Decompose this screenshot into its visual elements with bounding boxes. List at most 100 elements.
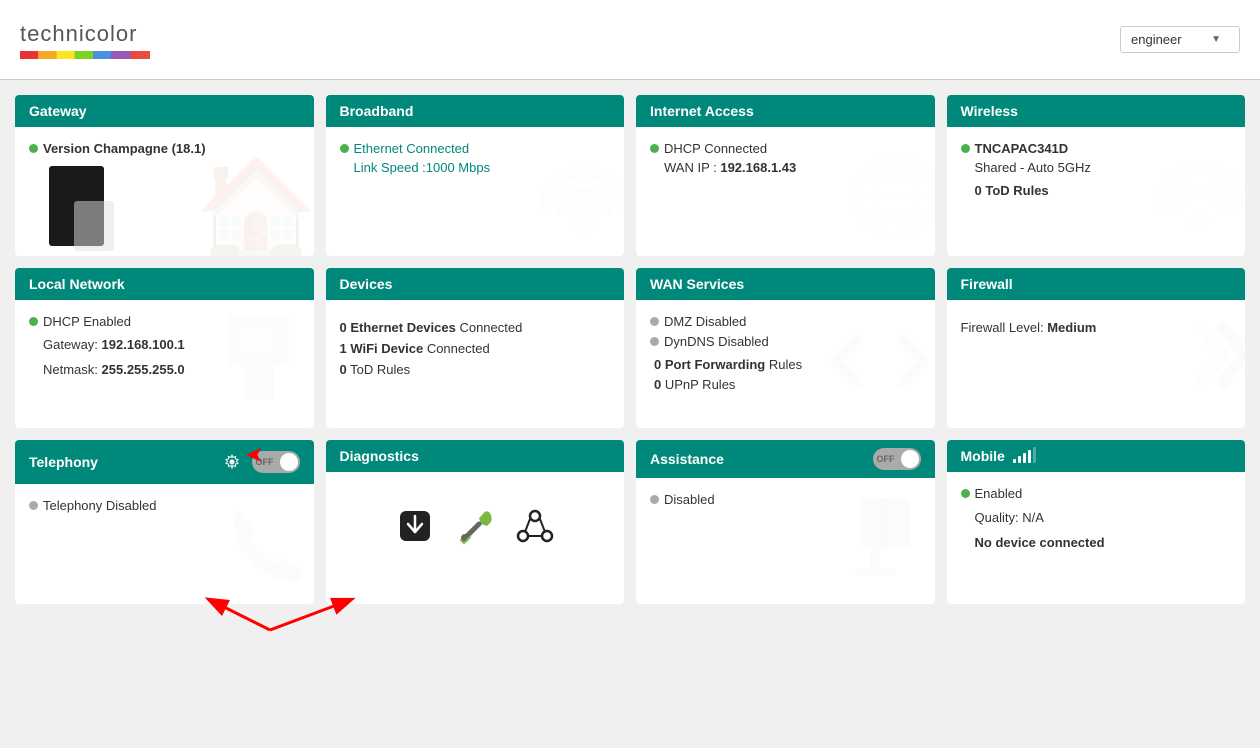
diagnostics-icon-wrench xyxy=(455,506,495,555)
firewall-title: Firewall xyxy=(961,276,1013,292)
broadband-card[interactable]: Broadband Ethernet Connected Link Speed … xyxy=(326,95,625,256)
mobile-quality-value: N/A xyxy=(1022,510,1044,525)
user-label: engineer xyxy=(1131,32,1182,47)
broadband-line2: Link Speed :1000 Mbps xyxy=(354,160,491,175)
devices-wifi-suffix: Connected xyxy=(423,341,490,356)
wan-services-title: WAN Services xyxy=(650,276,744,292)
signal-bar-5 xyxy=(1033,447,1036,463)
broadband-dot xyxy=(340,144,349,153)
devices-title: Devices xyxy=(340,276,393,292)
dmz-dot xyxy=(650,317,659,326)
wan-pf-suffix: Rules xyxy=(765,357,802,372)
signal-bar-2 xyxy=(1018,456,1021,463)
gateway-version: Version Champagne (18.1) xyxy=(43,141,206,156)
devices-tod-label: ToD Rules xyxy=(347,362,410,377)
mobile-enabled: Enabled xyxy=(975,486,1023,501)
gateway-status-dot xyxy=(29,144,38,153)
mobile-no-device: No device connected xyxy=(975,535,1105,550)
gateway-card[interactable]: Gateway Version Champagne (18.1) 🏠 xyxy=(15,95,314,256)
assistance-header: Assistance OFF xyxy=(636,440,935,478)
mobile-no-device-row: No device connected xyxy=(975,531,1232,556)
internet-wan-value: 192.168.1.43 xyxy=(720,160,796,175)
diagnostics-title: Diagnostics xyxy=(340,448,419,464)
local-network-card[interactable]: Local Network DHCP Enabled Gateway: 192.… xyxy=(15,268,314,428)
telephony-toggle-label: OFF xyxy=(256,457,274,467)
devices-wifi-label: WiFi Device xyxy=(347,341,423,356)
assistance-bg-icon xyxy=(835,493,935,598)
local-network-gateway-label: Gateway: xyxy=(43,337,102,352)
firewall-card[interactable]: Firewall Firewall Level: Medium xyxy=(947,268,1246,428)
local-network-gateway-value: 192.168.100.1 xyxy=(102,337,185,352)
signal-bars-icon xyxy=(1013,449,1036,463)
wireless-dot xyxy=(961,144,970,153)
local-network-netmask-label: Netmask: xyxy=(43,362,102,377)
devices-card[interactable]: Devices 0 Ethernet Devices Connected 1 W… xyxy=(326,268,625,428)
gateway-header: Gateway xyxy=(15,95,314,127)
internet-dot xyxy=(650,144,659,153)
broadband-body: Ethernet Connected Link Speed :1000 Mbps xyxy=(326,127,625,247)
brand-name: technicolor xyxy=(20,21,150,47)
devices-eth-suffix: Connected xyxy=(456,320,523,335)
devices-header: Devices xyxy=(326,268,625,300)
wireless-card[interactable]: Wireless TNCAPAC341D Shared - Auto 5GHz … xyxy=(947,95,1246,256)
mobile-body: Enabled Quality: N/A No device connected xyxy=(947,472,1246,592)
assistance-body: Disabled xyxy=(636,478,935,598)
local-network-body: DHCP Enabled Gateway: 192.168.100.1 Netm… xyxy=(15,300,314,420)
telephony-status-dot xyxy=(29,501,38,510)
telephony-card[interactable]: Telephony OFF xyxy=(15,440,314,604)
telephony-header: Telephony OFF xyxy=(15,440,314,484)
assistance-title: Assistance xyxy=(650,451,724,467)
mobile-quality-label: Quality: xyxy=(975,510,1023,525)
internet-card[interactable]: Internet Access DHCP Connected WAN IP : … xyxy=(636,95,935,256)
wireless-body: TNCAPAC341D Shared - Auto 5GHz 0 ToD Rul… xyxy=(947,127,1246,247)
diagnostics-header: Diagnostics xyxy=(326,440,625,472)
assistance-card[interactable]: Assistance OFF Disabled xyxy=(636,440,935,604)
main-content: Gateway Version Champagne (18.1) 🏠 Broad… xyxy=(0,80,1260,619)
wan-dmz: DMZ Disabled xyxy=(664,314,746,329)
wan-services-card[interactable]: WAN Services DMZ Disabled DynDNS Disable… xyxy=(636,268,935,428)
internet-body: DHCP Connected WAN IP : 192.168.1.43 xyxy=(636,127,935,247)
local-network-netmask-row: Netmask: 255.255.255.0 xyxy=(43,358,300,383)
user-dropdown[interactable]: engineer ▼ xyxy=(1120,26,1240,53)
dashboard-grid: Gateway Version Champagne (18.1) 🏠 Broad… xyxy=(15,95,1245,604)
telephony-settings-icon[interactable] xyxy=(218,448,246,476)
telephony-toggle[interactable]: OFF xyxy=(252,451,300,473)
wireless-tod: 0 ToD Rules xyxy=(975,183,1049,198)
wireless-mode: Shared - Auto 5GHz xyxy=(975,160,1091,175)
wan-upnp-label: UPnP Rules xyxy=(661,377,735,392)
header: technicolor engineer ▼ xyxy=(0,0,1260,80)
signal-bar-1 xyxy=(1013,459,1016,463)
devices-wifi-count: 1 xyxy=(340,341,347,356)
firewall-label: Firewall Level: xyxy=(961,320,1048,335)
wireless-title: Wireless xyxy=(961,103,1018,119)
logo-area: technicolor xyxy=(20,21,150,59)
mobile-card[interactable]: Mobile Enabled Quality: N/A xyxy=(947,440,1246,604)
mobile-quality-row: Quality: N/A xyxy=(975,506,1232,531)
telephony-bg-icon xyxy=(214,499,314,604)
devices-body: 0 Ethernet Devices Connected 1 WiFi Devi… xyxy=(326,300,625,420)
chevron-down-icon: ▼ xyxy=(1211,34,1221,45)
mobile-header: Mobile xyxy=(947,440,1246,472)
broadband-header: Broadband xyxy=(326,95,625,127)
wan-dyndns: DynDNS Disabled xyxy=(664,334,769,349)
diagnostics-icons-area xyxy=(340,486,611,565)
internet-header: Internet Access xyxy=(636,95,935,127)
broadband-line1: Ethernet Connected xyxy=(354,141,470,156)
firewall-header: Firewall xyxy=(947,268,1246,300)
local-network-dhcp: DHCP Enabled xyxy=(43,314,131,329)
broadband-title: Broadband xyxy=(340,103,414,119)
diagnostics-icon-network xyxy=(515,506,555,555)
internet-wan-label: WAN IP : xyxy=(664,160,720,175)
logo-colorbar xyxy=(20,51,150,59)
assistance-toggle[interactable]: OFF xyxy=(873,448,921,470)
firewall-level: Medium xyxy=(1047,320,1096,335)
internet-line1: DHCP Connected xyxy=(664,141,767,156)
gateway-title: Gateway xyxy=(29,103,87,119)
assistance-status: Disabled xyxy=(664,492,715,507)
telephony-body: Telephony Disabled xyxy=(15,484,314,604)
wireless-header: Wireless xyxy=(947,95,1246,127)
diagnostics-card[interactable]: Diagnostics xyxy=(326,440,625,604)
internet-title: Internet Access xyxy=(650,103,754,119)
devices-tod-count: 0 xyxy=(340,362,347,377)
wan-services-header: WAN Services xyxy=(636,268,935,300)
